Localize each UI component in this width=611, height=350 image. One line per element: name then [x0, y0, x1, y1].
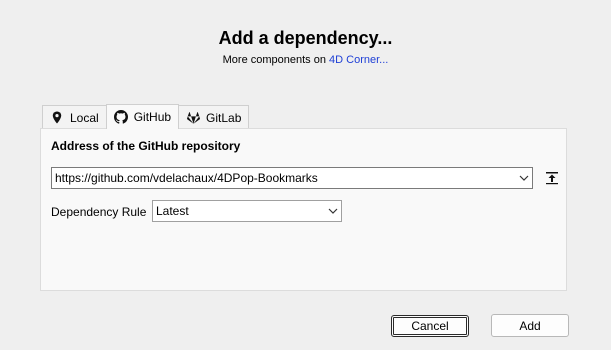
- repository-address-heading: Address of the GitHub repository: [51, 139, 241, 153]
- tab-gitlab-label: GitLab: [206, 110, 242, 125]
- subtitle-text: More components on: [222, 54, 330, 66]
- chevron-down-icon[interactable]: [325, 201, 341, 221]
- cancel-button[interactable]: Cancel: [391, 315, 469, 337]
- gitlab-icon: [186, 111, 200, 125]
- add-button[interactable]: Add: [491, 314, 569, 337]
- dialog-title: Add a dependency...: [218, 28, 393, 48]
- tab-local-label: Local: [70, 110, 99, 125]
- add-dependency-dialog: Add a dependency... More components on 4…: [0, 0, 611, 350]
- tab-local[interactable]: Local: [42, 105, 107, 129]
- chevron-down-icon[interactable]: [516, 168, 532, 188]
- repository-url-value: https://github.com/vdelachaux/4DPop-Book…: [55, 171, 318, 185]
- tab-github[interactable]: GitHub: [105, 104, 180, 129]
- 4d-corner-link[interactable]: 4D Corner...: [329, 54, 388, 66]
- dialog-subtitle: More components on 4D Corner...: [0, 54, 611, 66]
- dependency-rule-select[interactable]: Latest: [152, 200, 342, 222]
- github-icon: [113, 110, 128, 124]
- location-pin-icon: [50, 111, 64, 125]
- repository-url-combobox[interactable]: https://github.com/vdelachaux/4DPop-Book…: [51, 167, 533, 189]
- source-tabs: Local GitHub GitLab: [42, 104, 250, 129]
- tab-gitlab[interactable]: GitLab: [178, 105, 250, 129]
- upload-icon[interactable]: [544, 170, 560, 186]
- github-panel: Address of the GitHub repository https:/…: [40, 128, 567, 291]
- dependency-rule-label: Dependency Rule: [51, 205, 147, 219]
- tab-github-label: GitHub: [133, 110, 172, 124]
- dependency-rule-value: Latest: [156, 204, 189, 218]
